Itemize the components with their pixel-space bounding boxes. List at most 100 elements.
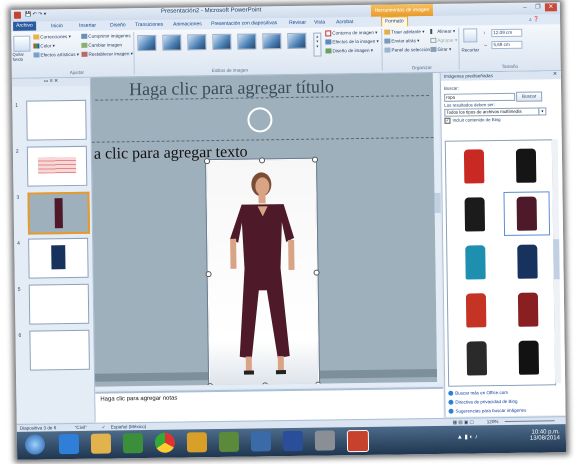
picture-effects-button[interactable]: Efectos de la imagen ▾ [325,39,379,46]
clip-art-item[interactable] [453,241,498,284]
powerpoint-icon[interactable] [13,11,22,19]
selection-pane-button[interactable]: Panel de selección [384,47,430,53]
slide-thumbnail[interactable] [26,145,88,187]
clip-art-item[interactable] [503,191,551,236]
remove-background-icon[interactable] [13,35,31,52]
gallery-more-button[interactable]: ▴ ▾ ▾ [313,32,322,57]
artistic-effects-button[interactable]: Efectos artísticos ▾ [33,52,79,59]
tab-presentacion[interactable]: Presentación con diapositivas [211,20,277,27]
language[interactable]: Español (México) [111,424,147,429]
picture-style-thumb[interactable] [187,34,207,51]
picture-style-thumb[interactable] [287,32,307,49]
resize-handle[interactable] [311,156,319,163]
color-button[interactable]: Color ▾ [33,43,55,49]
resize-handle[interactable] [313,269,320,276]
height-field[interactable]: 12,09 cm [491,28,523,38]
system-tray-icons[interactable]: ▲ ▮ ◐ ♪ [457,433,478,440]
resize-handle[interactable] [258,157,266,164]
link-search-tips[interactable]: Sugerencias para buscar imágenes [455,408,526,414]
app-icon[interactable] [314,430,336,451]
clock[interactable]: 10:40 p.m. 13/08/2014 [530,429,560,441]
panel-tabs[interactable]: ▭ ≡ ✕ [11,77,90,87]
clip-art-item[interactable] [453,289,499,332]
tab-archivo[interactable]: Archivo [13,21,36,31]
picture-style-thumb[interactable] [137,34,157,52]
tab-insertar[interactable]: Insertar [79,23,96,29]
clip-art-item[interactable] [505,240,550,283]
excel-icon[interactable] [218,431,240,452]
slide-thumbnail[interactable] [27,191,91,235]
pane-close-icon[interactable]: ✕ [553,71,557,77]
zoom-slider[interactable] [504,420,555,423]
link-bing-privacy[interactable]: Directiva de privacidad de Bing [455,399,517,405]
clip-art-item[interactable] [506,336,552,379]
help-icon[interactable]: ▵ ❓ [529,16,539,22]
change-image-button[interactable]: Cambiar imagen [81,42,122,49]
clip-art-item[interactable] [505,288,551,331]
office-app-icon[interactable] [186,432,208,453]
app-icon[interactable] [250,431,272,452]
zoom-level[interactable]: 120% [487,419,499,424]
search-button[interactable]: Buscar [516,91,543,102]
title-placeholder-box[interactable]: Haga clic para agregar título [94,73,430,101]
media-type-select[interactable]: Todos los tipos de archivos multimedia [444,107,540,117]
picture-style-thumb[interactable] [212,33,232,51]
group-button[interactable]: Agrupar ▾ [430,38,457,44]
include-bing-checkbox[interactable]: ✓ [444,117,451,124]
search-input[interactable]: ropa [444,92,516,102]
start-button-icon[interactable] [24,434,46,455]
slide-number: 6 [18,332,22,339]
quick-access-toolbar[interactable]: 💾 ↶ ↷ ▾ [25,11,46,17]
chevron-down-icon[interactable]: ▾ [538,107,547,116]
resize-handle[interactable] [203,158,211,165]
corrections-button[interactable]: Correcciones ▾ [33,34,71,41]
close-button[interactable]: ✕ [544,3,557,12]
reset-image-button[interactable]: Restablecer imagen ▾ [81,51,133,58]
rotate-button[interactable]: Girar ▾ [430,47,451,53]
scroll-thumb[interactable] [553,239,560,280]
width-field[interactable]: 5,68 cm [491,40,523,50]
align-button[interactable]: Alinear ▾ [430,29,455,35]
tab-animaciones[interactable]: Animaciones [173,21,202,27]
word-icon[interactable] [282,430,304,452]
clip-art-results[interactable] [444,139,557,387]
crop-button[interactable]: Recortar [461,47,479,52]
bring-forward-button[interactable]: Traer adelante ▾ [384,29,425,36]
maximize-button[interactable]: ❐ [532,3,544,11]
slide-thumbnail[interactable] [26,99,87,141]
tab-vista[interactable]: Vista [314,19,325,25]
file-explorer-icon[interactable] [90,433,112,454]
chrome-icon[interactable] [154,432,176,453]
powerpoint-taskbar-icon[interactable] [346,429,370,453]
selected-picture[interactable] [203,156,322,387]
clip-art-item[interactable] [454,337,500,380]
slide-thumbnail[interactable] [28,237,89,279]
minimize-button[interactable]: – [519,4,531,12]
internet-explorer-icon[interactable] [58,433,80,455]
media-player-icon[interactable] [122,433,144,454]
clip-art-item[interactable] [451,145,497,188]
picture-style-thumb[interactable] [162,34,182,51]
tab-diseno[interactable]: Diseño [110,22,126,28]
tab-acrobat[interactable]: Acrobat [336,19,353,25]
slide-thumbnail[interactable] [28,283,90,325]
picture-border-button[interactable]: Contorno de imagen ▾ [325,30,377,37]
link-more-office[interactable]: Buscar más en Office.com [455,390,508,396]
clip-art-item[interactable] [452,193,498,236]
picture-style-thumb[interactable] [262,33,282,50]
scroll-thumb[interactable] [434,192,441,213]
remove-background-button[interactable]: Quitar fondo [12,52,30,62]
compress-images-button[interactable]: Comprimir imágenes [81,33,131,40]
slide-canvas[interactable]: Haga clic para agregar título a clic par… [90,72,438,387]
slide-thumbnail[interactable] [29,329,90,371]
picture-layout-button[interactable]: Diseño de imagen ▾ [325,48,373,55]
picture-style-thumb[interactable] [237,33,257,50]
tab-transiciones[interactable]: Transiciones [135,22,163,28]
tab-revisar[interactable]: Revisar [289,20,306,26]
resize-handle[interactable] [205,271,212,278]
crop-icon[interactable] [463,28,478,43]
clip-art-item[interactable] [503,144,549,187]
send-backward-button[interactable]: Enviar atrás ▾ [384,38,419,44]
tab-formato[interactable]: Formato [381,16,408,27]
tab-inicio[interactable]: Inicio [51,23,63,29]
